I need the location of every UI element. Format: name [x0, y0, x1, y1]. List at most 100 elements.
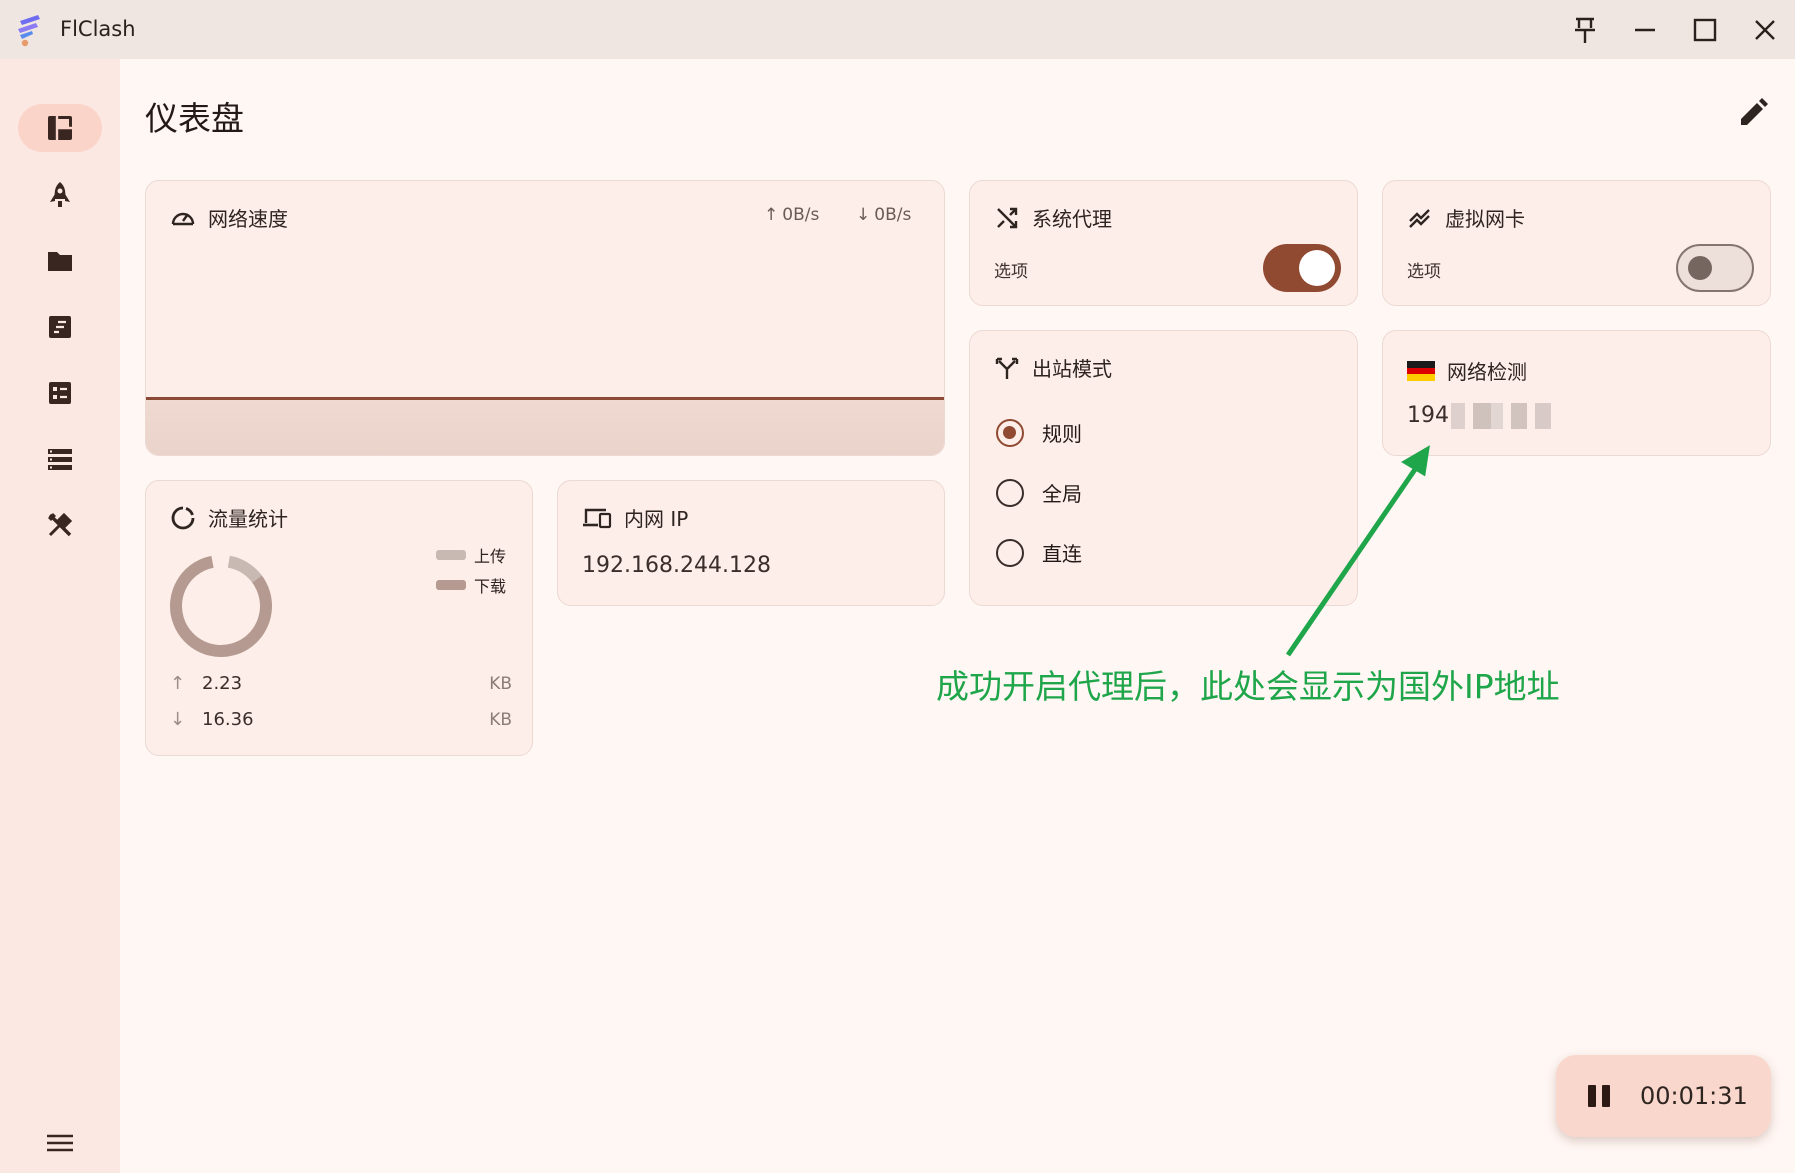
download-arc	[170, 555, 272, 657]
system-proxy-card: 系统代理 选项	[969, 180, 1358, 306]
pause-icon	[1588, 1085, 1610, 1107]
download-speed-value: 0B/s	[874, 205, 912, 225]
mode-option-label: 全局	[1042, 482, 1082, 506]
traffic-stats-header: 流量统计	[170, 503, 288, 532]
sidebar-item-tools[interactable]	[18, 501, 102, 549]
download-total-row: ↓ 16.36 KB	[170, 709, 512, 730]
minimize-icon	[1635, 28, 1655, 32]
upload-total-row: ↑ 2.23 KB	[170, 673, 512, 694]
speed-chart-area	[146, 397, 944, 455]
lan-ip-title: 内网 IP	[624, 507, 689, 531]
legend-upload-label: 上传	[474, 547, 507, 566]
system-proxy-toggle[interactable]	[1263, 244, 1341, 292]
folder-icon	[48, 252, 72, 271]
logs-icon	[49, 316, 71, 338]
rocket-icon	[50, 182, 70, 207]
mode-option-label: 直连	[1042, 542, 1082, 566]
radio-rule[interactable]	[996, 418, 1024, 447]
lan-ip-header: 内网 IP	[582, 503, 688, 532]
germany-flag-icon	[1407, 360, 1435, 381]
upload-total-value: 2.23	[202, 673, 243, 694]
close-icon	[1755, 20, 1775, 40]
network-speed-title: 网络速度	[208, 207, 288, 231]
stop-timer-button[interactable]: 00:01:31	[1556, 1055, 1771, 1137]
legend-download: 下载	[436, 573, 506, 597]
download-total-value: 16.36	[202, 709, 254, 730]
sidebar-item-dashboard[interactable]	[18, 104, 102, 152]
tun-options[interactable]: 选项	[1407, 257, 1441, 282]
devices-icon	[583, 508, 612, 528]
network-speed-card: 网络速度 ↑ 0B/s ↓ 0B/s	[145, 180, 945, 456]
radio-direct[interactable]	[996, 538, 1024, 567]
traffic-stats-card: 流量统计 上传 下载 ↑ 2.23 KB ↓ 16.36 KB	[145, 480, 533, 756]
system-proxy-title: 系统代理	[1032, 207, 1112, 231]
mode-option-label: 规则	[1042, 422, 1082, 446]
legend-download-label: 下载	[474, 577, 507, 596]
legend-upload: 上传	[436, 543, 506, 567]
network-detect-title: 网络检测	[1447, 360, 1527, 384]
sidebar-item-proxies[interactable]	[18, 171, 102, 219]
network-detect-header: 网络检测	[1407, 356, 1527, 385]
legend-upload-swatch	[436, 550, 466, 560]
upload-arrow-icon: ↑	[170, 673, 186, 694]
sidebar-item-resources[interactable]	[18, 435, 102, 483]
close-button[interactable]	[1745, 10, 1785, 50]
maximize-button[interactable]	[1685, 10, 1725, 50]
resources-icon	[48, 449, 72, 470]
network-speed-header: 网络速度	[170, 203, 288, 232]
legend-download-swatch	[436, 580, 466, 590]
tun-card: 虚拟网卡 选项	[1382, 180, 1771, 306]
public-ip: 194	[1407, 403, 1559, 429]
network-detect-card: 网络检测 194	[1382, 330, 1771, 456]
upload-arrow-icon: ↑	[764, 205, 779, 225]
sidebar	[0, 59, 120, 1173]
tun-toggle[interactable]	[1676, 244, 1754, 292]
pin-icon	[1575, 17, 1595, 43]
tun-title: 虚拟网卡	[1445, 207, 1525, 231]
app-title: FlClash	[60, 17, 136, 41]
download-speed: ↓ 0B/s	[856, 205, 911, 225]
system-proxy-header: 系统代理	[994, 203, 1112, 232]
maximize-icon	[1693, 18, 1717, 42]
public-ip-prefix: 194	[1407, 403, 1449, 428]
timer-value: 00:01:31	[1640, 1082, 1748, 1110]
shuffle-icon	[997, 207, 1018, 228]
page-title: 仪表盘	[145, 99, 244, 138]
ip-mask	[1451, 403, 1559, 429]
rules-icon	[49, 382, 71, 404]
edit-icon	[1741, 98, 1768, 125]
menu-icon	[47, 1134, 73, 1152]
sidebar-item-profiles[interactable]	[18, 237, 102, 285]
mode-option-direct[interactable]: 直连	[996, 538, 1082, 567]
outbound-mode-title: 出站模式	[1032, 357, 1112, 381]
edit-button[interactable]	[1735, 95, 1771, 131]
sidebar-menu-button[interactable]	[18, 1119, 102, 1167]
radio-global[interactable]	[996, 478, 1024, 507]
pin-button[interactable]	[1565, 10, 1605, 50]
dashboard-icon	[48, 116, 72, 140]
network-trend-icon	[1409, 208, 1430, 228]
tools-icon	[48, 512, 73, 537]
upload-total-unit: KB	[489, 673, 512, 694]
fork-icon	[995, 357, 1019, 379]
mode-option-global[interactable]: 全局	[996, 478, 1082, 507]
download-arrow-icon: ↓	[170, 709, 186, 730]
sidebar-item-requests[interactable]	[18, 303, 102, 351]
upload-speed-value: 0B/s	[782, 205, 820, 225]
annotation-text: 成功开启代理后，此处会显示为国外IP地址	[936, 667, 1560, 706]
outbound-mode-card: 出站模式 规则 全局 直连	[969, 330, 1358, 606]
traffic-donut-chart	[170, 555, 272, 657]
outbound-mode-header: 出站模式	[994, 353, 1112, 382]
lan-ip-card: 内网 IP 192.168.244.128	[557, 480, 945, 606]
mode-option-rule[interactable]: 规则	[996, 418, 1082, 447]
title-bar: FlClash	[0, 0, 1795, 59]
system-proxy-options[interactable]: 选项	[994, 257, 1028, 282]
flclash-logo-icon	[18, 15, 40, 47]
sidebar-item-connections[interactable]	[18, 369, 102, 417]
toggle-knob	[1299, 250, 1335, 286]
minimize-button[interactable]	[1625, 10, 1665, 50]
upload-speed: ↑ 0B/s	[764, 205, 819, 225]
speedometer-icon	[171, 212, 195, 225]
traffic-stats-title: 流量统计	[208, 507, 288, 531]
toggle-knob	[1688, 256, 1712, 280]
